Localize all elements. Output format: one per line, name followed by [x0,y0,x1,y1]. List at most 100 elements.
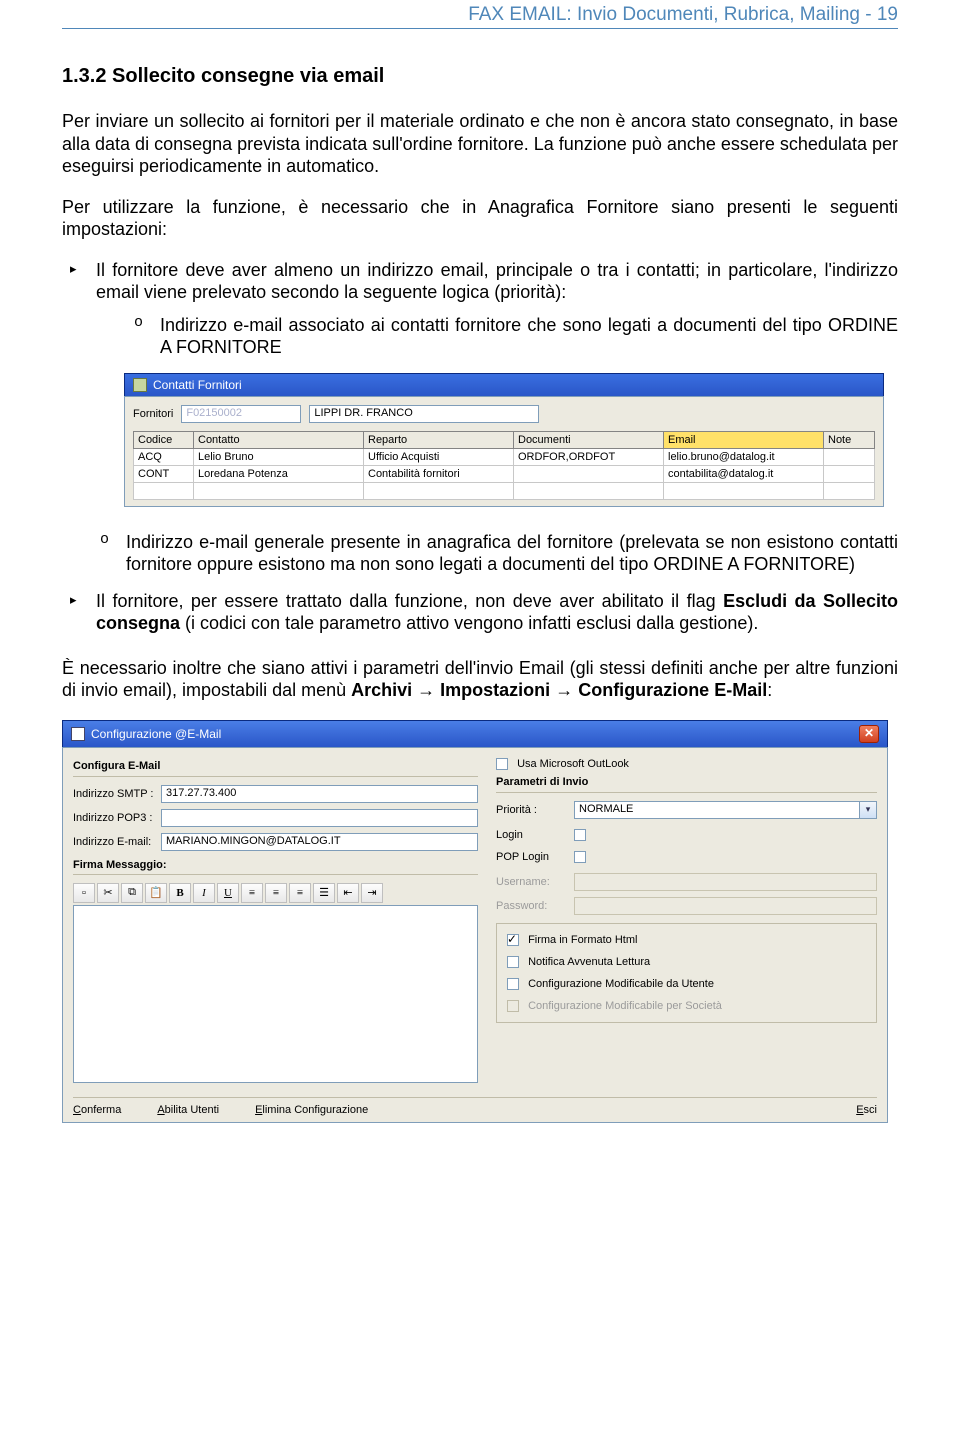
label-fornitori: Fornitori [133,408,173,420]
col-reparto[interactable]: Reparto [364,431,514,448]
arrow-icon: → [412,680,440,700]
bullet-fornitore-email: Il fornitore deve aver almeno un indiriz… [62,259,898,359]
col-email[interactable]: Email [664,431,824,448]
col-note[interactable]: Note [824,431,875,448]
cell-note [824,465,875,482]
page-header: FAX EMAIL: Invio Documenti, Rubrica, Mai… [0,0,960,28]
checkbox-outlook[interactable] [496,758,508,770]
window-titlebar: Configurazione @E-Mail ✕ [62,720,888,747]
cell-documenti: ORDFOR,ORDFOT [514,448,664,465]
abilita-utenti-button[interactable]: Abilita Utenti [157,1104,219,1116]
checkbox-notifica[interactable] [507,956,519,968]
username-field [574,873,877,891]
toolbar-list-icon[interactable]: ☰ [313,883,335,903]
sub-bullet-ordine: Indirizzo e-mail associato ai contatti f… [96,314,898,359]
pop3-field[interactable] [161,809,478,827]
label-priorita: Priorità : [496,804,568,816]
cell-email: contabilita@datalog.it [664,465,824,482]
section-title: 1.3.2 Sollecito consegne via email [62,65,898,88]
sub-bullet-generale: Indirizzo e-mail generale presente in an… [62,531,898,576]
divider [73,776,478,777]
button-bar: Conferma Abilita Utenti Elimina Configur… [73,1097,877,1116]
window-icon [71,727,85,741]
label-pop-login: POP Login [496,851,568,863]
label-firma-html: Firma in Formato Html [528,934,637,946]
chevron-down-icon[interactable]: ▾ [860,801,877,819]
screenshot-config-email: Configurazione @E-Mail ✕ Configura E-Mai… [62,720,888,1123]
field-fornitore-code[interactable]: F02150002 [181,405,301,423]
toolbar-align-center-icon[interactable]: ≡ [265,883,287,903]
cell-email: lelio.bruno@datalog.it [664,448,824,465]
label-smtp: Indirizzo SMTP : [73,788,155,800]
col-documenti[interactable]: Documenti [514,431,664,448]
table-row[interactable]: CONT Loredana Potenza Contabilità fornit… [134,465,875,482]
divider [496,792,877,793]
email-field[interactable]: MARIANO.MINGON@DATALOG.IT [161,833,478,851]
label-notifica: Notifica Avvenuta Lettura [528,956,650,968]
window-icon [133,378,147,392]
cell-reparto: Ufficio Acquisti [364,448,514,465]
menu-impostazioni: Impostazioni [440,680,550,700]
checkbox-conf-societa [507,1000,519,1012]
checkbox-pop-login[interactable] [574,851,586,863]
toolbar-align-right-icon[interactable]: ≡ [289,883,311,903]
header-rule [62,28,898,29]
checkbox-conf-utente[interactable] [507,978,519,990]
contacts-table: Codice Contatto Reparto Documenti Email … [133,431,875,500]
esci-button[interactable]: Esci [856,1104,877,1116]
menu-config-email: Configurazione E-Mail [578,680,767,700]
cell-documenti [514,465,664,482]
label-conf-utente: Configurazione Modificabile da Utente [528,978,714,990]
password-field [574,897,877,915]
options-group: Firma in Formato Html Notifica Avvenuta … [496,923,877,1023]
priorita-value: NORMALE [574,801,860,819]
window-title: Configurazione @E-Mail [91,727,221,741]
smtp-field[interactable]: 317.27.73.400 [161,785,478,803]
checkbox-firma-html[interactable] [507,934,519,946]
toolbar-cut-icon[interactable]: ✂ [97,883,119,903]
toolbar-paste-icon[interactable]: 📋 [145,883,167,903]
label-password: Password: [496,900,568,912]
page-content: 1.3.2 Sollecito consegne via email Per i… [0,65,960,1163]
bullet-text-pre: Il fornitore, per essere trattato dalla … [96,591,723,611]
toolbar-copy-icon[interactable]: ⧉ [121,883,143,903]
field-fornitore-name[interactable]: LIPPI DR. FRANCO [309,405,539,423]
table-row[interactable] [134,482,875,499]
table-row[interactable]: ACQ Lelio Bruno Ufficio Acquisti ORDFOR,… [134,448,875,465]
elimina-config-button[interactable]: Elimina Configurazione [255,1104,368,1116]
group-configura-email: Configura E-Mail [73,760,478,772]
paragraph-impostazioni: Per utilizzare la funzione, è necessario… [62,196,898,241]
menu-archivi: Archivi [351,680,412,700]
toolbar-outdent-icon[interactable]: ⇤ [337,883,359,903]
toolbar-bold[interactable]: B [169,883,191,903]
conferma-button[interactable]: Conferma [73,1104,121,1116]
group-parametri-invio: Parametri di Invio [496,776,877,788]
bullet-text: Il fornitore deve aver almeno un indiriz… [96,260,898,303]
cell-reparto: Contabilità fornitori [364,465,514,482]
close-button[interactable]: ✕ [859,725,879,743]
divider [73,874,478,875]
arrow-icon: → [550,680,578,700]
label-outlook: Usa Microsoft OutLook [517,758,629,770]
priorita-select[interactable]: NORMALE ▾ [574,801,877,819]
label-conf-societa: Configurazione Modificabile per Società [528,1000,722,1012]
cell-codice: ACQ [134,448,194,465]
bullet-escludi-flag: Il fornitore, per essere trattato dalla … [62,590,898,635]
paragraph-intro: Per inviare un sollecito ai fornitori pe… [62,110,898,178]
cell-contatto: Loredana Potenza [194,465,364,482]
cell-codice: CONT [134,465,194,482]
paragraph-config: È necessario inoltre che siano attivi i … [62,657,898,702]
col-codice[interactable]: Codice [134,431,194,448]
toolbar-align-left-icon[interactable]: ≡ [241,883,263,903]
bullet-text-post: (i codici con tale parametro attivo veng… [180,613,758,633]
toolbar-underline[interactable]: U [217,883,239,903]
toolbar-new-icon[interactable]: ▫ [73,883,95,903]
toolbar-italic[interactable]: I [193,883,215,903]
firma-editor[interactable] [73,905,478,1083]
toolbar-indent-icon[interactable]: ⇥ [361,883,383,903]
screenshot-contatti-fornitori: Contatti Fornitori Fornitori F02150002 L… [124,373,884,507]
window-titlebar: Contatti Fornitori [124,373,884,396]
col-contatto[interactable]: Contatto [194,431,364,448]
checkbox-login[interactable] [574,829,586,841]
label-email: Indirizzo E-mail: [73,836,155,848]
